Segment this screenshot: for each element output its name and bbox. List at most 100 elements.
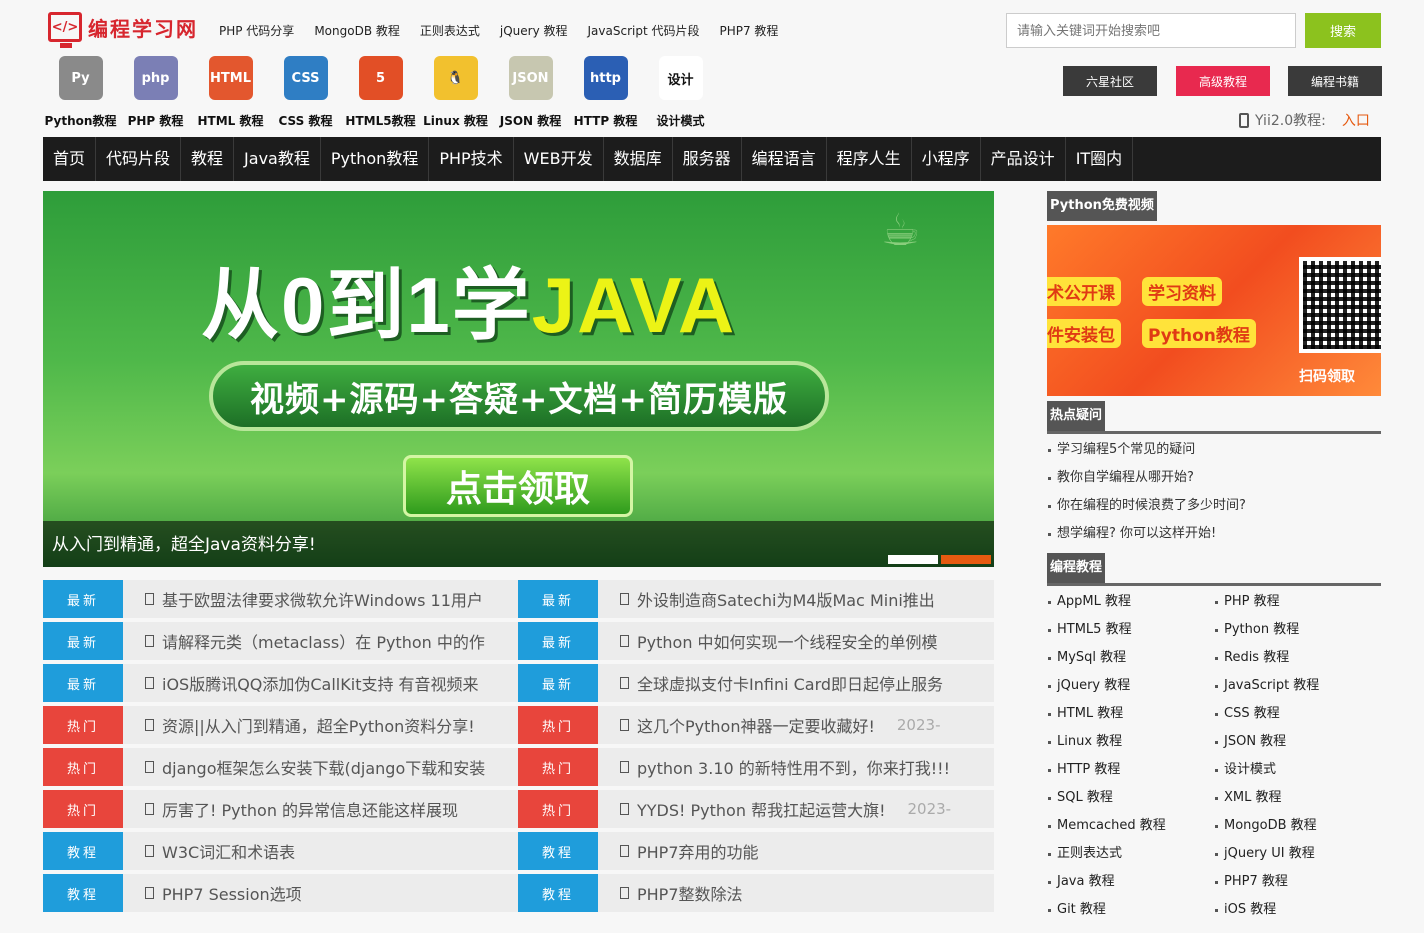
news-title[interactable]: 基于欧盟法律要求微软允许Windows 11用户 bbox=[162, 587, 483, 611]
news-row[interactable]: 热门 django框架怎么安装下载(django下载和安装 bbox=[43, 748, 519, 786]
nav-item[interactable]: 产品设计 bbox=[981, 137, 1066, 181]
news-category-badge[interactable]: 热门 bbox=[43, 748, 123, 786]
news-category-badge[interactable]: 热门 bbox=[518, 748, 598, 786]
news-category-badge[interactable]: 最新 bbox=[43, 622, 123, 660]
nav-item[interactable]: IT圈内 bbox=[1066, 137, 1134, 181]
news-row[interactable]: 最新 基于欧盟法律要求微软允许Windows 11用户 bbox=[43, 580, 519, 618]
nav-item[interactable]: 小程序 bbox=[912, 137, 981, 181]
tutorial-shortcut[interactable]: 🐧 Linux 教程 bbox=[418, 56, 493, 129]
news-title[interactable]: 全球虚拟支付卡Infini Card即日起停止服务 bbox=[637, 671, 943, 695]
tutorial-shortcut[interactable]: 设计 设计模式 bbox=[643, 56, 718, 129]
tutorial-shortcut[interactable]: 5 HTML5教程 bbox=[343, 56, 418, 129]
tutorial-link[interactable]: SQL 教程 bbox=[1047, 784, 1214, 812]
news-category-badge[interactable]: 最新 bbox=[518, 664, 598, 702]
news-category-badge[interactable]: 热门 bbox=[518, 790, 598, 828]
tutorial-shortcut[interactable]: http HTTP 教程 bbox=[568, 56, 643, 129]
news-row[interactable]: 热门 资源||从入门到精通，超全Python资料分享! bbox=[43, 706, 519, 744]
news-row[interactable]: 热门 YYDS! Python 帮我扛起运营大旗! 2023- bbox=[518, 790, 994, 828]
nav-item[interactable]: 编程语言 bbox=[742, 137, 827, 181]
tutorial-shortcut[interactable]: JSON JSON 教程 bbox=[493, 56, 568, 129]
nav-item[interactable]: PHP技术 bbox=[429, 137, 514, 181]
tutorial-link[interactable]: iOS 教程 bbox=[1214, 896, 1381, 924]
news-row[interactable]: 热门 python 3.10 的新特性用不到，你来打我!!! bbox=[518, 748, 994, 786]
news-row[interactable]: 教程 PHP7整数除法 bbox=[518, 874, 994, 912]
banner-carousel[interactable]: ☕ 从0到1学JAVA 视频+源码+答疑+文档+简历模版 点击领取 从入门到精通… bbox=[43, 191, 994, 567]
tutorial-link[interactable]: HTML 教程 bbox=[1047, 700, 1214, 728]
nav-item[interactable]: WEB开发 bbox=[514, 137, 604, 181]
news-title[interactable]: YYDS! Python 帮我扛起运营大旗! bbox=[637, 797, 886, 821]
faq-link[interactable]: 学习编程5个常见的疑问 bbox=[1047, 436, 1381, 464]
yii-entry-link[interactable]: 入口 bbox=[1342, 110, 1370, 130]
news-title[interactable]: 外设制造商Satechi为M4版Mac Mini推出 bbox=[637, 587, 935, 611]
news-row[interactable]: 最新 Python 中如何实现一个线程安全的单例模 bbox=[518, 622, 994, 660]
news-row[interactable]: 教程 W3C词汇和术语表 bbox=[43, 832, 519, 870]
tutorial-link[interactable]: JavaScript 教程 bbox=[1214, 672, 1381, 700]
site-logo[interactable]: </> 编程学习网 bbox=[48, 12, 198, 48]
community-button[interactable]: 六星社区 bbox=[1063, 66, 1157, 96]
nav-item[interactable]: 代码片段 bbox=[96, 137, 182, 181]
nav-item[interactable]: 首页 bbox=[43, 137, 97, 181]
news-row[interactable]: 最新 请解释元类（metaclass）在 Python 中的作 bbox=[43, 622, 519, 660]
news-row[interactable]: 热门 这几个Python神器一定要收藏好! 2023- bbox=[518, 706, 994, 744]
news-title[interactable]: W3C词汇和术语表 bbox=[162, 839, 295, 863]
tutorial-link[interactable]: Java 教程 bbox=[1047, 868, 1214, 896]
news-row[interactable]: 教程 PHP7 Session选项 bbox=[43, 874, 519, 912]
news-title[interactable]: 厉害了! Python 的异常信息还能这样展现 bbox=[162, 797, 458, 821]
tutorial-link[interactable]: MongoDB 教程 bbox=[1214, 812, 1381, 840]
search-input[interactable] bbox=[1006, 13, 1296, 48]
news-row[interactable]: 热门 厉害了! Python 的异常信息还能这样展现 bbox=[43, 790, 519, 828]
news-title[interactable]: python 3.10 的新特性用不到，你来打我!!! bbox=[637, 755, 950, 779]
news-title[interactable]: django框架怎么安装下载(django下载和安装 bbox=[162, 755, 485, 779]
faq-link[interactable]: 你在编程的时候浪费了多少时间? bbox=[1047, 492, 1381, 520]
tutorial-link[interactable]: AppML 教程 bbox=[1047, 588, 1214, 616]
tutorial-shortcut[interactable]: HTML HTML 教程 bbox=[193, 56, 268, 129]
tutorial-link[interactable]: MySql 教程 bbox=[1047, 644, 1214, 672]
news-category-badge[interactable]: 热门 bbox=[43, 706, 123, 744]
news-category-badge[interactable]: 教程 bbox=[518, 832, 598, 870]
tutorial-link[interactable]: PHP7 教程 bbox=[1214, 868, 1381, 896]
top-link[interactable]: 正则表达式 bbox=[420, 22, 480, 39]
python-video-promo[interactable]: 术公开课 学习资料 件安装包 Python教程 扫码领取 bbox=[1047, 225, 1381, 396]
tutorial-link[interactable]: JSON 教程 bbox=[1214, 728, 1381, 756]
news-row[interactable]: 最新 iOS版腾讯QQ添加伪CallKit支持 有音视频来 bbox=[43, 664, 519, 702]
news-row[interactable]: 教程 PHP7弃用的功能 bbox=[518, 832, 994, 870]
top-link[interactable]: JavaScript 代码片段 bbox=[588, 22, 700, 39]
tutorial-shortcut[interactable]: CSS CSS 教程 bbox=[268, 56, 343, 129]
news-category-badge[interactable]: 最新 bbox=[518, 580, 598, 618]
nav-item[interactable]: Python教程 bbox=[321, 137, 430, 181]
news-title[interactable]: 请解释元类（metaclass）在 Python 中的作 bbox=[162, 629, 485, 653]
tutorial-link[interactable]: HTTP 教程 bbox=[1047, 756, 1214, 784]
tutorial-shortcut[interactable]: php PHP 教程 bbox=[118, 56, 193, 129]
news-row[interactable]: 最新 全球虚拟支付卡Infini Card即日起停止服务 bbox=[518, 664, 994, 702]
news-category-badge[interactable]: 最新 bbox=[43, 664, 123, 702]
news-title[interactable]: 资源||从入门到精通，超全Python资料分享! bbox=[162, 713, 475, 737]
news-title[interactable]: PHP7弃用的功能 bbox=[637, 839, 759, 863]
top-link[interactable]: PHP 代码分享 bbox=[219, 22, 294, 39]
tutorial-link[interactable]: Redis 教程 bbox=[1214, 644, 1381, 672]
banner-cta-button[interactable]: 点击领取 bbox=[403, 455, 633, 517]
nav-item[interactable]: Java教程 bbox=[234, 137, 321, 181]
tutorial-link[interactable]: Memcached 教程 bbox=[1047, 812, 1214, 840]
news-category-badge[interactable]: 最新 bbox=[518, 622, 598, 660]
news-category-badge[interactable]: 最新 bbox=[43, 580, 123, 618]
news-category-badge[interactable]: 热门 bbox=[43, 790, 123, 828]
news-title[interactable]: 这几个Python神器一定要收藏好! bbox=[637, 713, 875, 737]
tutorial-shortcut[interactable]: Py Python教程 bbox=[43, 56, 118, 129]
nav-item[interactable]: 服务器 bbox=[673, 137, 742, 181]
books-button[interactable]: 编程书籍 bbox=[1288, 66, 1382, 96]
nav-item[interactable]: 程序人生 bbox=[827, 137, 912, 181]
search-button[interactable]: 搜索 bbox=[1305, 13, 1381, 48]
top-link[interactable]: MongoDB 教程 bbox=[314, 22, 400, 39]
tutorial-link[interactable]: 正则表达式 bbox=[1047, 840, 1214, 868]
news-category-badge[interactable]: 教程 bbox=[518, 874, 598, 912]
faq-link[interactable]: 教你自学编程从哪开始? bbox=[1047, 464, 1381, 492]
carousel-dot-2-active[interactable] bbox=[941, 555, 991, 564]
carousel-dot-1[interactable] bbox=[888, 555, 938, 564]
tutorial-link[interactable]: Git 教程 bbox=[1047, 896, 1214, 924]
banner-caption[interactable]: 从入门到精通，超全Java资料分享! bbox=[43, 521, 994, 567]
advanced-tutorials-button[interactable]: 高级教程 bbox=[1176, 66, 1270, 96]
news-title[interactable]: Python 中如何实现一个线程安全的单例模 bbox=[637, 629, 938, 653]
tutorial-link[interactable]: XML 教程 bbox=[1214, 784, 1381, 812]
news-title[interactable]: PHP7整数除法 bbox=[637, 881, 743, 905]
nav-item[interactable]: 教程 bbox=[181, 137, 235, 181]
